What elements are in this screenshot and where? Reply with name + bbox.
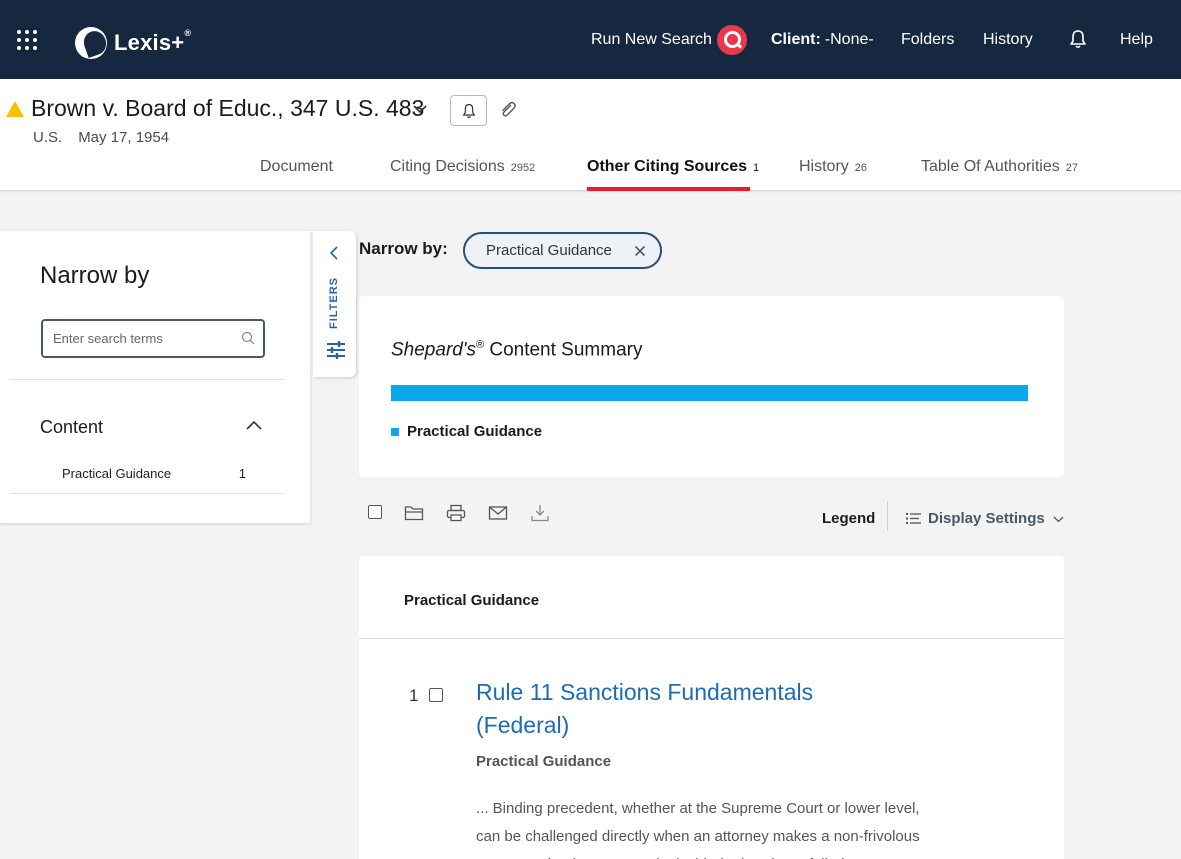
filter-search-input[interactable]: [43, 321, 223, 356]
select-all-checkbox[interactable]: [368, 505, 382, 519]
case-date: May 17, 1954: [78, 129, 170, 146]
case-meta: U.S. May 17, 1954: [33, 129, 169, 146]
tab-label: Other Citing Sources: [587, 158, 748, 175]
divider: [10, 493, 285, 494]
bell-icon[interactable]: [1069, 29, 1087, 49]
content-summary-card: Shepard's® Content Summary Practical Gui…: [359, 296, 1064, 477]
help-link[interactable]: Help: [1120, 0, 1153, 79]
brand-mark: ®: [184, 28, 192, 38]
summary-title-rest: Content Summary: [484, 339, 643, 361]
result-snippet: ... Binding precedent, whether at the Su…: [476, 800, 920, 859]
summary-bar[interactable]: [391, 385, 1028, 401]
shepards-tabs: Document Citing Decisions 2952 Other Citi…: [0, 158, 1181, 191]
narrow-by-panel: Narrow by Content Practical Guidance 1: [0, 231, 310, 523]
result-content-type: Practical Guidance: [476, 753, 612, 770]
result-number: 1: [409, 686, 419, 705]
client-value: -None-: [824, 30, 874, 48]
tab-count: 26: [854, 162, 868, 174]
alert-bell-icon: [462, 103, 475, 118]
tab-label: Citing Decisions: [390, 158, 505, 175]
summary-title-mark: ®: [475, 339, 485, 351]
search-icon[interactable]: [716, 24, 747, 55]
divider: [887, 501, 888, 531]
legend-item: Practical Guidance: [407, 423, 543, 440]
tab-label: Table Of Authorities: [921, 158, 1060, 175]
chevron-down-icon: [1053, 516, 1064, 522]
result-title-link[interactable]: Rule 11 Sanctions Fundamentals (Federal): [476, 676, 876, 742]
warning-signal-icon[interactable]: [6, 101, 24, 117]
display-settings-button[interactable]: Display Settings: [905, 510, 1064, 527]
history-link[interactable]: History: [983, 0, 1033, 79]
folder-icon[interactable]: [404, 504, 424, 522]
alert-button[interactable]: [450, 95, 487, 126]
chip-label: Practical Guidance: [486, 242, 612, 259]
narrow-by-title: Narrow by: [40, 262, 150, 289]
tab-count: 27: [1065, 162, 1078, 174]
tab-history[interactable]: History 26: [799, 158, 867, 191]
brand-name: Lexis+: [114, 30, 185, 55]
legend-swatch: [391, 428, 399, 436]
search-icon[interactable]: [241, 331, 255, 345]
download-icon[interactable]: [530, 504, 550, 522]
folders-link[interactable]: Folders: [901, 0, 954, 79]
case-title: Brown v. Board of Educ., 347 U.S. 483: [31, 95, 425, 121]
logo-mark-icon: [75, 27, 107, 59]
applied-filters-label: Narrow by:: [359, 239, 448, 258]
tab-other-citing-sources[interactable]: Other Citing Sources 1: [587, 158, 759, 191]
content-section-label: Content: [40, 417, 104, 437]
tab-table-of-authorities[interactable]: Table Of Authorities 27: [921, 158, 1078, 191]
chevron-down-icon[interactable]: [412, 103, 428, 115]
case-court: U.S.: [33, 129, 63, 146]
divider: [359, 638, 1064, 639]
filter-search-box: [41, 319, 265, 358]
summary-title: Shepard's® Content Summary: [391, 339, 642, 361]
client-selector[interactable]: Client: -None-: [771, 0, 874, 79]
email-icon[interactable]: [488, 504, 508, 522]
results-card: Practical Guidance 1 Rule 11 Sanctions F…: [359, 556, 1064, 859]
apps-grid-icon[interactable]: [17, 30, 37, 50]
paperclip-icon[interactable]: [498, 100, 518, 120]
tab-label: Document: [260, 158, 333, 175]
lexis-logo[interactable]: Lexis+®: [75, 27, 191, 59]
facet-label: Practical Guidance: [62, 466, 172, 481]
tab-document[interactable]: Document: [260, 158, 333, 191]
list-icon: [906, 513, 921, 524]
results-group-header: Practical Guidance: [404, 592, 540, 609]
divider: [10, 379, 285, 380]
client-label: Client:: [771, 30, 821, 48]
facet-count: 1: [238, 466, 246, 481]
print-icon[interactable]: [446, 504, 466, 522]
facet-practical-guidance[interactable]: Practical Guidance 1: [62, 466, 246, 481]
chevron-up-icon[interactable]: [245, 419, 263, 431]
filter-chip-practical-guidance[interactable]: Practical Guidance: [463, 232, 662, 269]
chevron-left-icon[interactable]: [329, 245, 339, 261]
filters-toggle-tab[interactable]: FILTERS: [313, 231, 356, 377]
tab-count: 2952: [510, 162, 536, 174]
tab-count: 1: [753, 162, 760, 174]
filters-label: FILTERS: [328, 276, 340, 329]
tab-label: History: [799, 158, 849, 175]
display-settings-label: Display Settings: [928, 510, 1045, 527]
top-navigation-bar: Lexis+® Run New Search Client: -None- Fo…: [0, 0, 1181, 79]
tab-citing-decisions[interactable]: Citing Decisions 2952: [390, 158, 535, 191]
legend-link[interactable]: Legend: [822, 510, 875, 527]
run-new-search-label: Run New Search: [591, 30, 712, 48]
result-checkbox[interactable]: [429, 688, 443, 702]
run-new-search-link[interactable]: Run New Search: [591, 0, 747, 79]
document-header: Brown v. Board of Educ., 347 U.S. 483 U.…: [0, 79, 1181, 191]
sliders-icon: [327, 341, 345, 359]
close-icon[interactable]: [634, 245, 646, 257]
summary-title-italic: Shepard's: [391, 339, 476, 361]
